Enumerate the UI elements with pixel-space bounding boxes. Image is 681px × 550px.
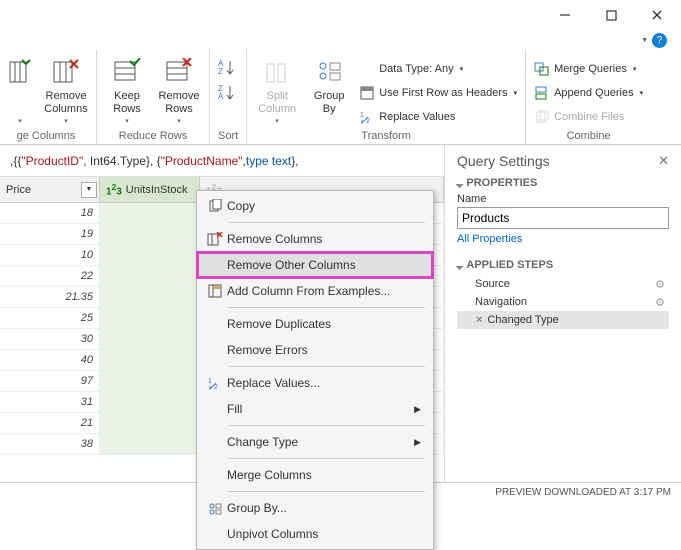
- ctx-remove-other-columns[interactable]: Remove Other Columns: [197, 252, 433, 278]
- ctx-add-column-examples[interactable]: Add Column From Examples...: [197, 278, 433, 304]
- cell-selected[interactable]: [100, 392, 200, 412]
- section-properties[interactable]: PROPERTIES: [457, 177, 669, 189]
- ribbon: es▾ Remove Columns▾ ge Columns Keep Rows…: [0, 50, 681, 145]
- split-column-button[interactable]: Split Column▾: [255, 54, 299, 125]
- cell[interactable]: 97: [0, 371, 100, 391]
- context-menu: Copy Remove Columns Remove Other Columns…: [196, 190, 434, 550]
- cell-selected[interactable]: [100, 371, 200, 391]
- merge-queries-button[interactable]: Merge Queries▾: [534, 58, 643, 80]
- group-by-button[interactable]: Group By: [307, 54, 351, 116]
- all-properties-link[interactable]: All Properties: [457, 233, 669, 245]
- cell[interactable]: 40: [0, 350, 100, 370]
- ctx-remove-duplicates[interactable]: Remove Duplicates: [197, 311, 433, 337]
- section-steps[interactable]: APPLIED STEPS: [457, 259, 669, 271]
- type-icon: 123: [106, 182, 122, 197]
- group-icon: [203, 501, 227, 515]
- cell[interactable]: 21.35: [0, 287, 100, 307]
- svg-text:A: A: [218, 92, 224, 101]
- cell[interactable]: 21: [0, 413, 100, 433]
- remove-rows-button[interactable]: Remove Rows▾: [157, 54, 201, 125]
- cell-selected[interactable]: [100, 245, 200, 265]
- help-dropdown[interactable]: ▼: [641, 37, 648, 44]
- maximize-button[interactable]: [601, 5, 621, 25]
- column-header-selected[interactable]: 123UnitsInStock: [100, 177, 200, 202]
- cell-selected[interactable]: [100, 266, 200, 286]
- ctx-remove-columns[interactable]: Remove Columns: [197, 226, 433, 252]
- ctx-merge-columns[interactable]: Merge Columns: [197, 462, 433, 488]
- cell-selected[interactable]: [100, 350, 200, 370]
- ctx-remove-errors[interactable]: Remove Errors: [197, 337, 433, 363]
- cell[interactable]: 18: [0, 203, 100, 223]
- cell-selected[interactable]: [100, 308, 200, 328]
- append-queries-button[interactable]: Append Queries▾: [534, 82, 643, 104]
- svg-text:Z: Z: [218, 67, 223, 76]
- copy-icon: [203, 199, 227, 213]
- ctx-fill[interactable]: Fill▶: [197, 396, 433, 422]
- cell[interactable]: 25: [0, 308, 100, 328]
- ctx-change-type[interactable]: Change Type▶: [197, 429, 433, 455]
- combine-files-button: Combine Files: [534, 106, 643, 128]
- column-header[interactable]: Price▼: [0, 177, 100, 202]
- cell-selected[interactable]: [100, 287, 200, 307]
- remove-columns-icon: [203, 232, 227, 246]
- cell[interactable]: 22: [0, 266, 100, 286]
- ctx-replace-values[interactable]: 12Replace Values...: [197, 370, 433, 396]
- cell[interactable]: 10: [0, 245, 100, 265]
- submenu-arrow-icon: ▶: [414, 437, 421, 448]
- cell-selected[interactable]: [100, 224, 200, 244]
- sort-desc-button[interactable]: ZA: [218, 83, 236, 104]
- group-label: Combine: [534, 130, 643, 142]
- delete-step-icon[interactable]: ✕: [475, 315, 483, 326]
- close-button[interactable]: [647, 5, 667, 25]
- cell-selected[interactable]: [100, 203, 200, 223]
- gear-icon[interactable]: ⚙: [655, 296, 665, 309]
- query-name-input[interactable]: [457, 207, 669, 229]
- gear-icon[interactable]: ⚙: [655, 278, 665, 291]
- panel-title: Query Settings: [457, 153, 669, 169]
- data-type-dropdown[interactable]: Data Type: Any▾: [359, 58, 517, 80]
- svg-text:1: 1: [360, 112, 364, 119]
- remove-columns-button[interactable]: Remove Columns▾: [44, 54, 88, 125]
- submenu-arrow-icon: ▶: [414, 404, 421, 415]
- first-row-headers-button[interactable]: Use First Row as Headers▾: [359, 82, 517, 104]
- add-column-icon: [203, 284, 227, 298]
- group-label: Transform: [255, 130, 517, 142]
- cell-selected[interactable]: [100, 434, 200, 454]
- panel-close-button[interactable]: ✕: [658, 153, 669, 169]
- cell[interactable]: 31: [0, 392, 100, 412]
- keep-rows-button[interactable]: Keep Rows▾: [105, 54, 149, 125]
- group-label: Sort: [218, 130, 238, 142]
- cell[interactable]: 19: [0, 224, 100, 244]
- group-label: Reduce Rows: [105, 130, 201, 142]
- window-titlebar: [0, 0, 681, 30]
- applied-step[interactable]: Source⚙: [457, 275, 669, 293]
- column-dropdown-icon[interactable]: ▼: [81, 182, 97, 198]
- applied-step-selected[interactable]: ✕Changed Type: [457, 311, 669, 329]
- cell-selected[interactable]: [100, 413, 200, 433]
- ctx-copy[interactable]: Copy: [197, 193, 433, 219]
- cell-selected[interactable]: [100, 329, 200, 349]
- name-label: Name: [457, 193, 669, 205]
- cell[interactable]: 30: [0, 329, 100, 349]
- replace-values-button[interactable]: 12Replace Values: [359, 106, 517, 128]
- help-icon[interactable]: ?: [652, 33, 667, 48]
- cell[interactable]: 38: [0, 434, 100, 454]
- sort-asc-button[interactable]: AZ: [218, 58, 236, 79]
- query-settings-panel: Query Settings ✕ PROPERTIES Name All Pro…: [445, 145, 681, 482]
- group-label: ge Columns: [4, 130, 88, 142]
- ctx-unpivot[interactable]: Unpivot Columns: [197, 521, 433, 547]
- ctx-group-by[interactable]: Group By...: [197, 495, 433, 521]
- svg-text:1: 1: [208, 378, 212, 385]
- choose-columns-button[interactable]: es▾: [4, 54, 36, 125]
- replace-icon: 12: [203, 376, 227, 390]
- formula-bar[interactable]: ,{{"ProductID", Int64.Type}, {"ProductNa…: [0, 145, 444, 177]
- minimize-button[interactable]: [555, 5, 575, 25]
- applied-step[interactable]: Navigation⚙: [457, 293, 669, 311]
